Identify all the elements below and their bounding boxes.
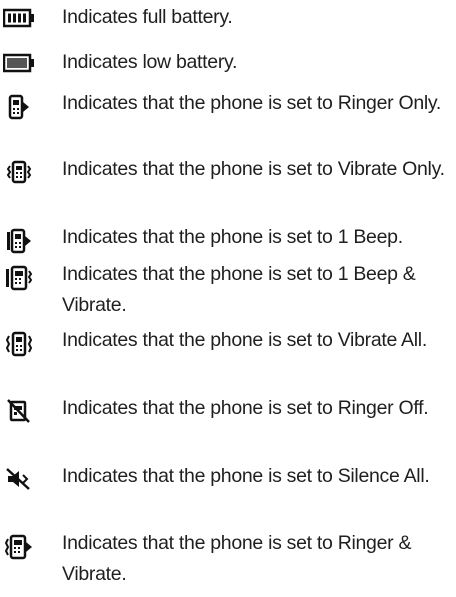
status-icon-legend: Indicates full battery. Indicates low ba… xyxy=(0,0,456,597)
legend-item-text: Indicates that the phone is set to Ringe… xyxy=(62,532,412,585)
low-battery-icon xyxy=(0,53,38,83)
ringer-off-icon xyxy=(0,399,38,429)
legend-item-text: Indicates that the phone is set to 1 Bee… xyxy=(62,263,416,316)
one-beep-icon xyxy=(0,228,38,258)
legend-item-text: Indicates that the phone is set to Silen… xyxy=(62,465,430,487)
legend-item-text: Indicates that the phone is set to Ringe… xyxy=(62,397,429,419)
legend-item-text: Indicates that the phone is set to Vibra… xyxy=(62,329,427,351)
vibrate-only-icon xyxy=(0,160,38,190)
ringer-only-icon xyxy=(0,94,38,124)
legend-item-text: Indicates that the phone is set to 1 Bee… xyxy=(62,226,403,248)
silence-all-icon xyxy=(0,467,38,497)
one-beep-vibrate-icon xyxy=(0,265,38,295)
legend-item-text: Indicates full battery. xyxy=(62,6,233,28)
full-battery-icon xyxy=(0,8,38,38)
legend-item-text: Indicates that the phone is set to Ringe… xyxy=(62,92,442,114)
legend-item-text: Indicates that the phone is set to Vibra… xyxy=(62,158,445,180)
ringer-vibrate-icon xyxy=(0,534,38,564)
vibrate-all-icon xyxy=(0,331,38,361)
legend-item-text: Indicates low battery. xyxy=(62,51,238,73)
